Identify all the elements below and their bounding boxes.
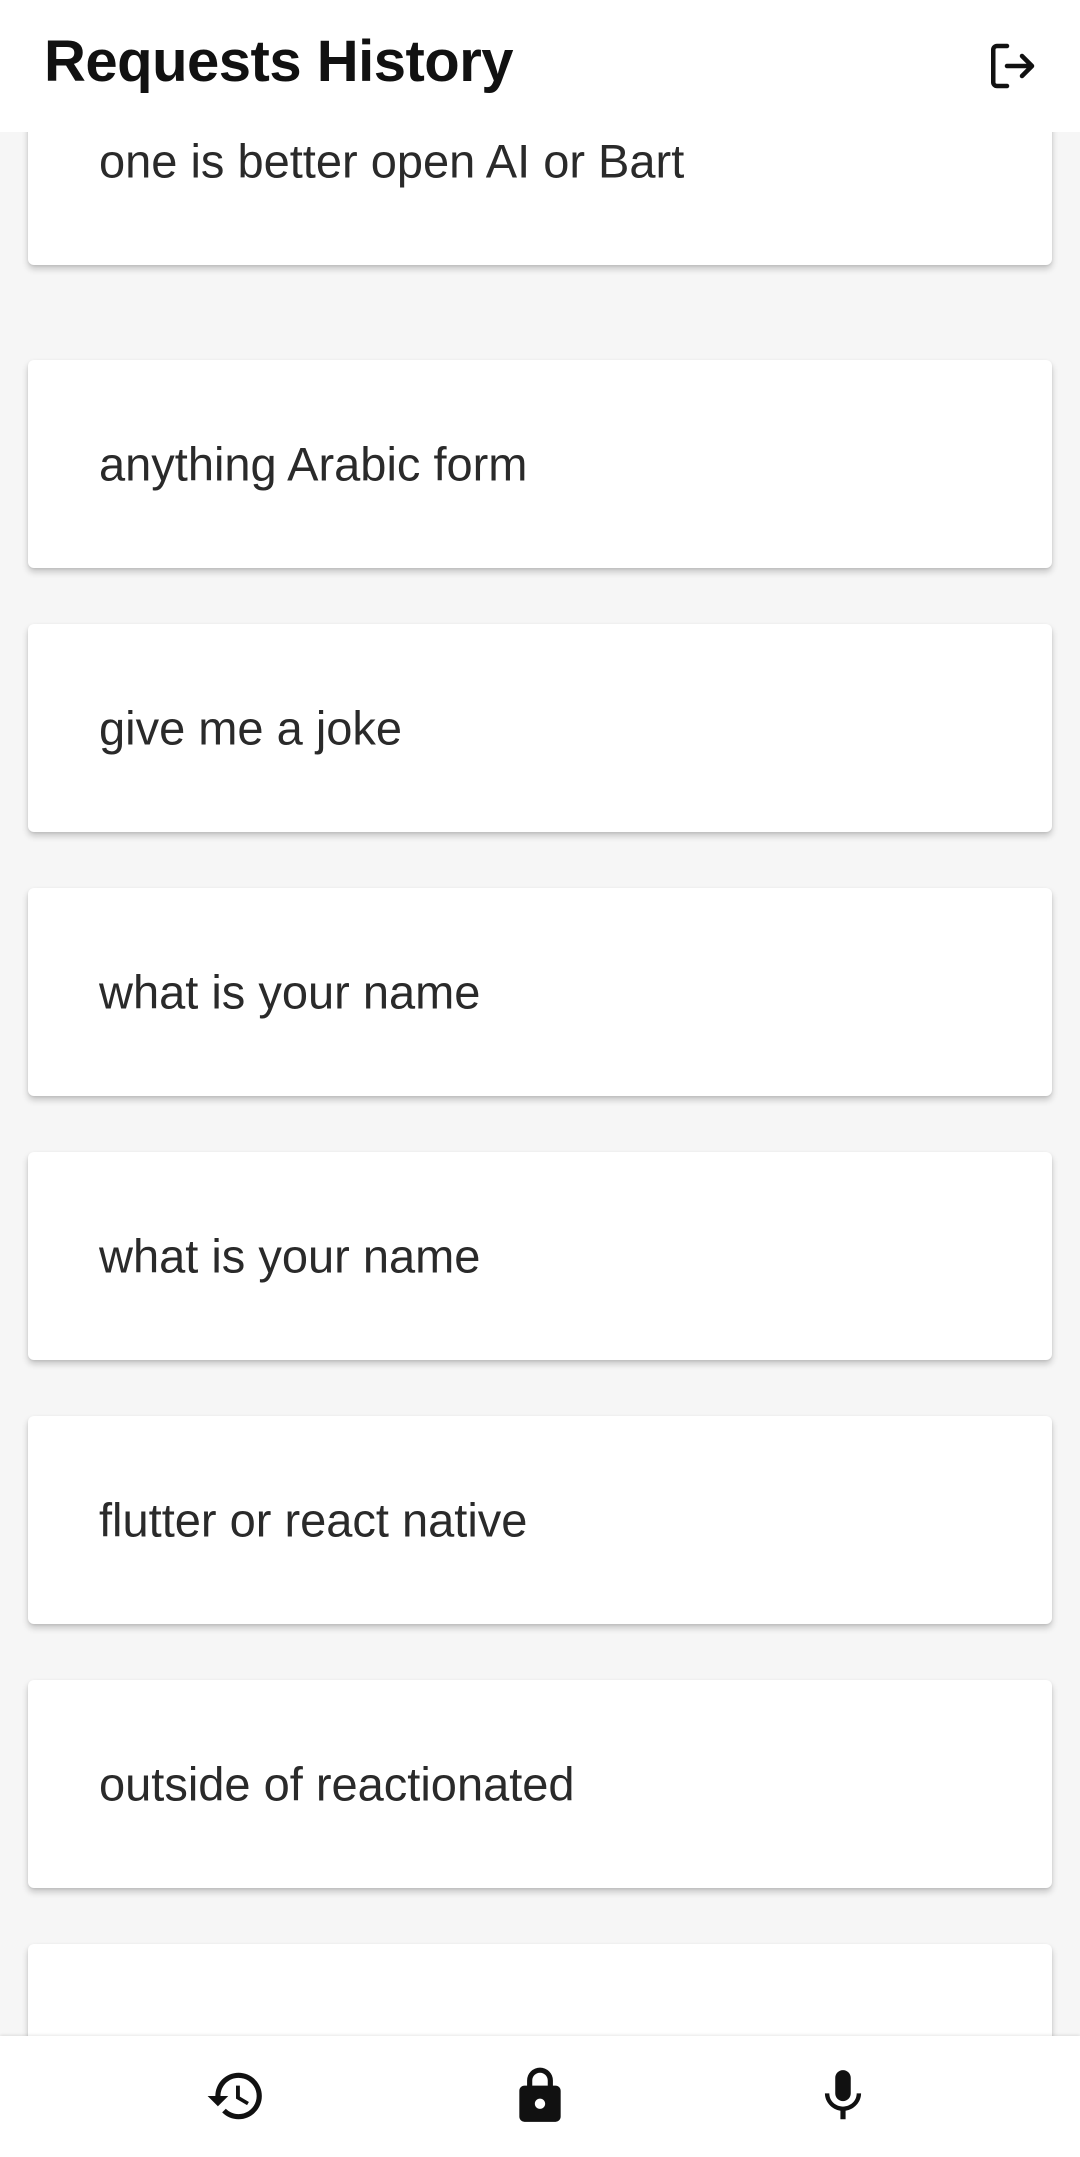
- lock-icon: [519, 2067, 561, 2122]
- history-icon: [207, 2072, 262, 2120]
- request-card[interactable]: anything Arabic form: [28, 360, 1052, 568]
- request-card[interactable]: flutter or react native: [28, 1416, 1052, 1624]
- request-text: flutter or react native: [99, 1493, 528, 1547]
- logout-button[interactable]: [976, 30, 1048, 102]
- request-card[interactable]: [28, 1944, 1052, 2036]
- nav-history-button[interactable]: [194, 2054, 278, 2138]
- request-card[interactable]: outside of reactionated: [28, 1680, 1052, 1888]
- requests-list[interactable]: one is better open AI or Bart anything A…: [0, 132, 1080, 2036]
- request-text: what is your name: [99, 1229, 481, 1283]
- request-text: one is better open AI or Bart: [99, 134, 685, 188]
- nav-microphone-button[interactable]: [801, 2054, 885, 2138]
- request-text: outside of reactionated: [99, 1757, 575, 1811]
- microphone-icon: [824, 2070, 862, 2120]
- request-card[interactable]: what is your name: [28, 1152, 1052, 1360]
- request-card[interactable]: what is your name: [28, 888, 1052, 1096]
- logout-icon: [991, 43, 1035, 89]
- request-card[interactable]: give me a joke: [28, 624, 1052, 832]
- request-card[interactable]: one is better open AI or Bart: [28, 132, 1052, 265]
- request-text: anything Arabic form: [99, 437, 528, 491]
- request-text: what is your name: [99, 965, 481, 1019]
- request-text: give me a joke: [99, 701, 403, 755]
- nav-lock-button[interactable]: [498, 2054, 582, 2138]
- page-title: Requests History: [44, 29, 514, 94]
- app-bar: Requests History: [0, 0, 1080, 132]
- bottom-navigation: [0, 2036, 1080, 2157]
